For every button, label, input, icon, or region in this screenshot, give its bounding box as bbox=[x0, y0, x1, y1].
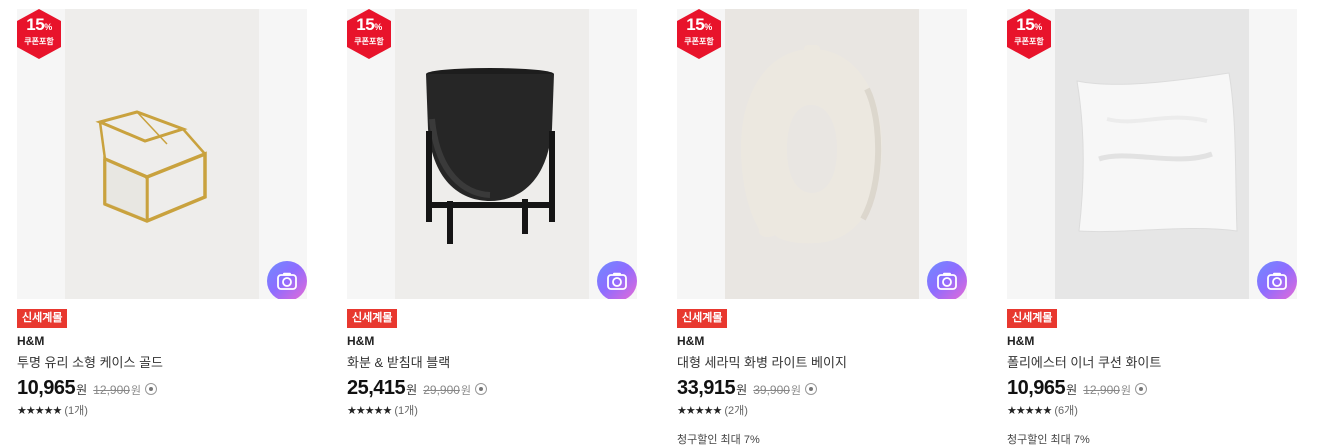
coupon-label: 쿠폰포함 bbox=[1014, 37, 1044, 46]
product-card[interactable]: 15% 쿠폰포함 신세계몰 H&M 투명 유리 소형 케이스 골드 10,965… bbox=[17, 9, 307, 447]
sale-price: 10,965 bbox=[1007, 377, 1066, 399]
sale-price: 10,965 bbox=[17, 377, 76, 399]
card-discount-promo: 청구할인 최대 7% bbox=[1007, 434, 1090, 446]
review-count: (2개) bbox=[724, 405, 748, 417]
product-card[interactable]: 15% 쿠폰포함 신세계몰 H&M 대형 세라믹 화병 라이트 베이지 33,9… bbox=[677, 9, 967, 447]
coupon-percent: 15% bbox=[26, 15, 52, 34]
product-name[interactable]: 대형 세라믹 화병 라이트 베이지 bbox=[677, 352, 847, 371]
star-rating-icon: ★★★★★ bbox=[677, 405, 722, 417]
price-row: 10,965원 12,900원 bbox=[1007, 377, 1148, 401]
price-unit: 원 bbox=[406, 383, 418, 397]
product-image[interactable]: 15% 쿠폰포함 bbox=[347, 9, 637, 299]
coupon-label: 쿠폰포함 bbox=[354, 37, 384, 46]
price-info-icon[interactable] bbox=[805, 383, 818, 395]
product-name[interactable]: 투명 유리 소형 케이스 골드 bbox=[17, 352, 163, 371]
review-count: (1개) bbox=[394, 405, 418, 417]
star-rating-icon: ★★★★★ bbox=[17, 405, 62, 417]
camera-icon bbox=[1267, 272, 1287, 290]
original-price-unit: 원 bbox=[1120, 385, 1132, 397]
card-discount-promo: 청구할인 최대 7% bbox=[677, 434, 760, 446]
camera-search-button[interactable] bbox=[597, 261, 637, 299]
original-price-unit: 원 bbox=[130, 385, 142, 397]
original-price: 29,900 bbox=[423, 383, 460, 397]
rating: ★★★★★ (2개) bbox=[677, 402, 748, 418]
coupon-badge: 15% 쿠폰포함 bbox=[677, 9, 721, 59]
star-rating-icon: ★★★★★ bbox=[1007, 405, 1052, 417]
coupon-percent: 15% bbox=[1016, 15, 1042, 34]
product-name[interactable]: 폴리에스터 이너 쿠션 화이트 bbox=[1007, 352, 1161, 371]
price-row: 10,965원 12,900원 bbox=[17, 377, 158, 401]
product-image[interactable]: 15% 쿠폰포함 bbox=[1007, 9, 1297, 299]
product-card[interactable]: 15% 쿠폰포함 신세계몰 H&M 화분 & 받침대 블랙 25,415원 29,… bbox=[347, 9, 637, 447]
price-info-icon[interactable] bbox=[1135, 383, 1148, 395]
coupon-badge: 15% 쿠폰포함 bbox=[17, 9, 61, 59]
coupon-percent: 15% bbox=[686, 15, 712, 34]
product-image[interactable]: 15% 쿠폰포함 bbox=[677, 9, 967, 299]
original-price-unit: 원 bbox=[790, 385, 802, 397]
price-row: 25,415원 29,900원 bbox=[347, 377, 488, 401]
camera-icon bbox=[607, 272, 627, 290]
review-count: (1개) bbox=[64, 405, 88, 417]
product-name[interactable]: 화분 & 받침대 블랙 bbox=[347, 352, 450, 371]
product-image[interactable]: 15% 쿠폰포함 bbox=[17, 9, 307, 299]
brand-name[interactable]: H&M bbox=[1007, 334, 1034, 348]
coupon-label: 쿠폰포함 bbox=[24, 37, 54, 46]
original-price: 12,900 bbox=[93, 383, 130, 397]
product-card[interactable]: 15% 쿠폰포함 신세계몰 H&M 폴리에스터 이너 쿠션 화이트 10,965… bbox=[1007, 9, 1297, 447]
mall-tag: 신세계몰 bbox=[1007, 309, 1058, 328]
star-rating-icon: ★★★★★ bbox=[347, 405, 392, 417]
price-unit: 원 bbox=[76, 383, 88, 397]
brand-name[interactable]: H&M bbox=[17, 334, 44, 348]
price-unit: 원 bbox=[736, 383, 748, 397]
camera-search-button[interactable] bbox=[267, 261, 307, 299]
coupon-badge: 15% 쿠폰포함 bbox=[1007, 9, 1051, 59]
rating: ★★★★★ (6개) bbox=[1007, 402, 1078, 418]
original-price: 12,900 bbox=[1083, 383, 1120, 397]
price-info-icon[interactable] bbox=[475, 383, 488, 395]
sale-price: 33,915 bbox=[677, 377, 736, 399]
camera-search-button[interactable] bbox=[1257, 261, 1297, 299]
review-count: (6개) bbox=[1054, 405, 1078, 417]
price-unit: 원 bbox=[1066, 383, 1078, 397]
rating: ★★★★★ (1개) bbox=[347, 402, 418, 418]
camera-icon bbox=[277, 272, 297, 290]
coupon-percent: 15% bbox=[356, 15, 382, 34]
coupon-label: 쿠폰포함 bbox=[684, 37, 714, 46]
camera-icon bbox=[937, 272, 957, 290]
original-price-unit: 원 bbox=[460, 385, 472, 397]
mall-tag: 신세계몰 bbox=[347, 309, 398, 328]
mall-tag: 신세계몰 bbox=[677, 309, 728, 328]
rating: ★★★★★ (1개) bbox=[17, 402, 88, 418]
coupon-badge: 15% 쿠폰포함 bbox=[347, 9, 391, 59]
brand-name[interactable]: H&M bbox=[347, 334, 374, 348]
mall-tag: 신세계몰 bbox=[17, 309, 68, 328]
price-row: 33,915원 39,900원 bbox=[677, 377, 818, 401]
camera-search-button[interactable] bbox=[927, 261, 967, 299]
sale-price: 25,415 bbox=[347, 377, 406, 399]
price-info-icon[interactable] bbox=[145, 383, 158, 395]
original-price: 39,900 bbox=[753, 383, 790, 397]
brand-name[interactable]: H&M bbox=[677, 334, 704, 348]
